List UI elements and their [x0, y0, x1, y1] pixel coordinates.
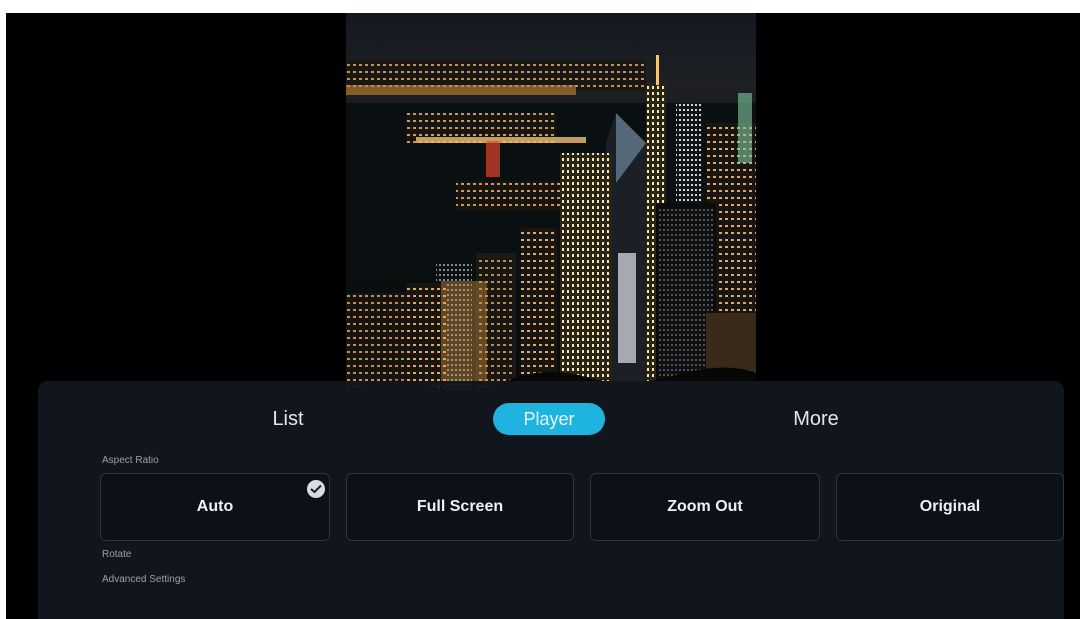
rotate-setting[interactable]: Rotate — [102, 549, 131, 560]
advanced-settings[interactable]: Advanced Settings — [102, 574, 185, 585]
aspect-option-zoom-out[interactable]: Zoom Out — [590, 473, 820, 541]
aspect-ratio-label: Aspect Ratio — [102, 455, 159, 466]
aspect-option-full-screen[interactable]: Full Screen — [346, 473, 574, 541]
aspect-option-auto[interactable]: Auto — [100, 473, 330, 541]
check-icon — [307, 480, 325, 498]
aspect-option-label: Zoom Out — [667, 498, 743, 515]
aspect-option-original[interactable]: Original — [836, 473, 1064, 541]
player-screen: List Player More Aspect Ratio Auto Full … — [6, 13, 1080, 619]
tab-bar: List Player More — [38, 403, 1064, 439]
aspect-option-label: Full Screen — [416, 498, 504, 515]
aspect-option-label: Original — [919, 498, 981, 515]
tab-more[interactable]: More — [776, 403, 856, 435]
aspect-option-label: Auto — [196, 498, 234, 515]
tab-player[interactable]: Player — [493, 403, 605, 435]
player-settings-panel: List Player More Aspect Ratio Auto Full … — [38, 381, 1064, 619]
tab-list[interactable]: List — [248, 403, 328, 435]
